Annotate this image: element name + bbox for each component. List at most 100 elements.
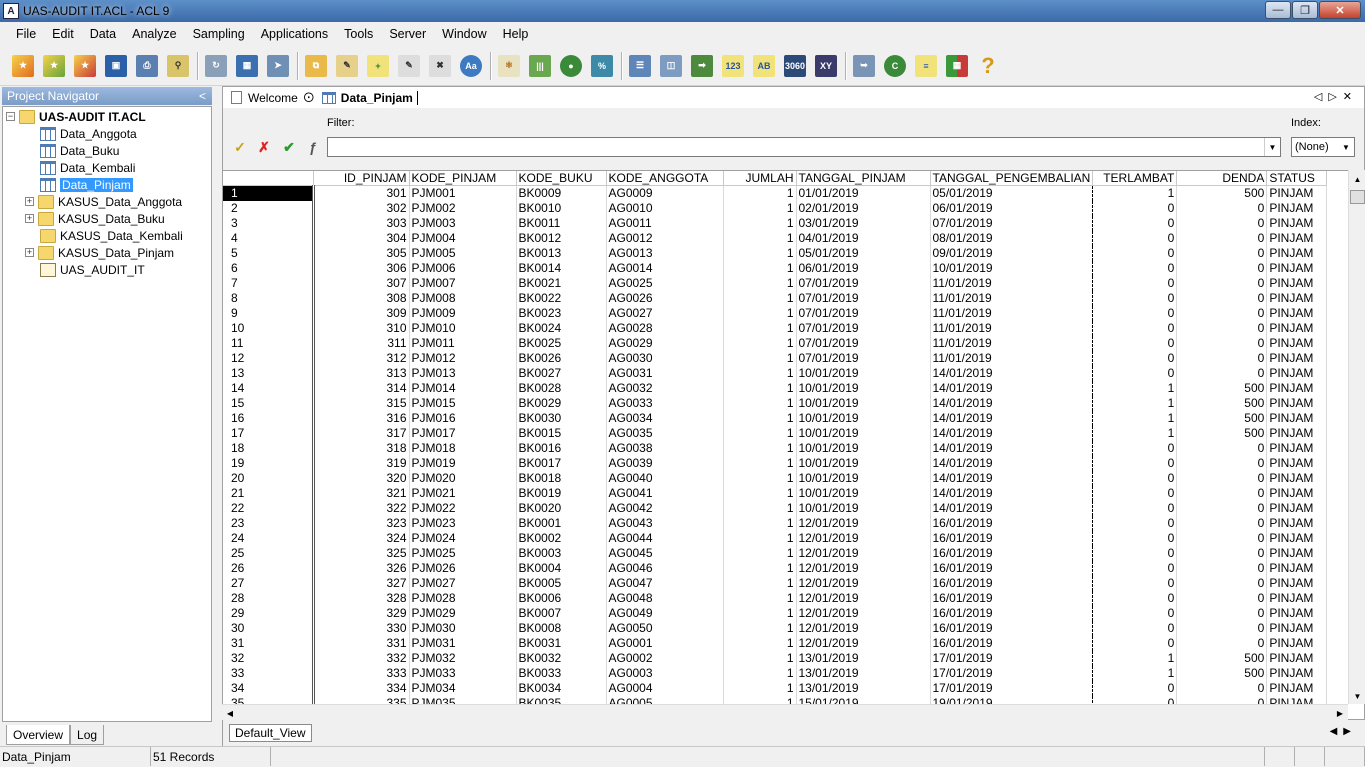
row-number-cell[interactable]: 33 [223, 666, 315, 681]
table-cell[interactable]: PINJAM [1266, 681, 1328, 696]
table-cell[interactable]: 14/01/2019 [930, 426, 1094, 441]
row-number-cell[interactable]: 4 [223, 231, 315, 246]
table-cell[interactable]: BK0019 [516, 486, 607, 501]
row-number-cell[interactable]: 28 [223, 591, 315, 606]
table-cell[interactable]: BK0020 [516, 501, 607, 516]
table-cell[interactable]: 323 [313, 516, 410, 531]
table-cell[interactable]: 0 [1092, 681, 1178, 696]
table-cell[interactable]: 10/01/2019 [796, 396, 931, 411]
column-header-kode-pinjam[interactable]: KODE_PINJAM [409, 171, 517, 186]
statistics-button[interactable]: % [589, 53, 615, 79]
table-cell[interactable]: 0 [1176, 531, 1268, 546]
table-cell[interactable]: PINJAM [1266, 486, 1328, 501]
table-cell[interactable]: 13/01/2019 [796, 651, 931, 666]
table-cell[interactable]: BK0034 [516, 681, 607, 696]
table-cell[interactable]: BK0018 [516, 471, 607, 486]
table-cell[interactable]: PJM023 [409, 516, 517, 531]
table-cell[interactable]: 16/01/2019 [930, 576, 1094, 591]
table-cell[interactable]: PJM028 [409, 591, 517, 606]
table-cell[interactable]: PINJAM [1266, 576, 1328, 591]
table-cell[interactable]: 1 [723, 381, 797, 396]
table-cell[interactable]: 318 [313, 441, 410, 456]
row-number-cell[interactable]: 26 [223, 561, 315, 576]
table-cell[interactable]: PJM030 [409, 621, 517, 636]
table-cell[interactable]: 1 [1092, 185, 1178, 201]
expand-icon[interactable]: + [25, 214, 34, 223]
tab-prev-icon[interactable]: ◁ [1314, 91, 1328, 103]
table-cell[interactable]: 0 [1176, 231, 1268, 246]
table-row[interactable]: 31 331 PJM031 BK0031 AG0001 1 12/01/2019 16/01/… [223, 636, 1328, 651]
edit-button[interactable]: ✎ [334, 53, 360, 79]
table-cell[interactable]: 307 [313, 276, 410, 291]
table-cell[interactable]: 12/01/2019 [796, 561, 931, 576]
table-cell[interactable]: BK0013 [516, 246, 607, 261]
table-cell[interactable]: 0 [1176, 486, 1268, 501]
table-cell[interactable]: PJM011 [409, 336, 517, 351]
table-cell[interactable]: 1 [723, 321, 797, 336]
table-cell[interactable]: 07/01/2019 [930, 216, 1094, 231]
table-cell[interactable]: BK0028 [516, 381, 607, 396]
analyze-button[interactable]: ⚛ [496, 53, 522, 79]
table-cell[interactable]: AG0040 [606, 471, 724, 486]
table-cell[interactable]: 316 [313, 411, 410, 426]
table-cell[interactable]: PJM009 [409, 306, 517, 321]
table-cell[interactable]: BK0017 [516, 456, 607, 471]
table-cell[interactable]: 1 [723, 561, 797, 576]
table-cell[interactable]: 16/01/2019 [930, 636, 1094, 651]
table-cell[interactable]: 05/01/2019 [930, 185, 1094, 201]
table-cell[interactable]: 1 [723, 336, 797, 351]
row-number-cell[interactable]: 19 [223, 456, 315, 471]
table-cell[interactable]: 14/01/2019 [930, 456, 1094, 471]
tree-item-kasus-data-buku[interactable]: + KASUS_Data_Buku [25, 210, 165, 227]
table-row[interactable]: 10 310 PJM010 BK0024 AG0028 1 07/01/2019 11/01/… [223, 321, 1328, 336]
table-row[interactable]: 3 303 PJM003 BK0011 AG0011 1 03/01/2019 07/01/2… [223, 216, 1328, 231]
table-cell[interactable]: AG0027 [606, 306, 724, 321]
table-cell[interactable]: 0 [1176, 621, 1268, 636]
table-cell[interactable]: PJM029 [409, 606, 517, 621]
table-row[interactable]: 6 306 PJM006 BK0014 AG0014 1 06/01/2019 10/01/2… [223, 261, 1328, 276]
table-cell[interactable]: 1 [723, 456, 797, 471]
table-cell[interactable]: PINJAM [1266, 456, 1328, 471]
table-row[interactable]: 22 322 PJM022 BK0020 AG0042 1 10/01/2019 14/01/… [223, 501, 1328, 516]
table-cell[interactable]: 10/01/2019 [796, 471, 931, 486]
table-cell[interactable]: 1 [1092, 651, 1178, 666]
table-cell[interactable]: 500 [1176, 185, 1268, 201]
table-cell[interactable]: 314 [313, 381, 410, 396]
table-cell[interactable]: PINJAM [1266, 546, 1328, 561]
table-cell[interactable]: PJM008 [409, 291, 517, 306]
table-cell[interactable]: AG0003 [606, 666, 724, 681]
table-cell[interactable]: BK0010 [516, 201, 607, 216]
notes-button[interactable]: ≡ [913, 53, 939, 79]
horizontal-scrollbar[interactable]: ◀ ▶ [222, 704, 1348, 720]
add-column-button[interactable]: + [365, 53, 391, 79]
table-cell[interactable]: PJM015 [409, 396, 517, 411]
menu-applications[interactable]: Applications [253, 27, 336, 41]
table-cell[interactable]: 1 [723, 185, 797, 201]
tree-item-data-kembali[interactable]: Data_Kembali [40, 159, 135, 176]
table-cell[interactable]: BK0001 [516, 516, 607, 531]
expand-icon[interactable]: + [25, 197, 34, 206]
table-cell[interactable]: BK0003 [516, 546, 607, 561]
copy-button[interactable]: ⧉ [303, 53, 329, 79]
table-cell[interactable]: 1 [723, 531, 797, 546]
table-cell[interactable]: 500 [1176, 411, 1268, 426]
table-cell[interactable]: 312 [313, 351, 410, 366]
table-cell[interactable]: 0 [1176, 441, 1268, 456]
table-cell[interactable]: 0 [1092, 606, 1178, 621]
table-cell[interactable]: 0 [1176, 546, 1268, 561]
table-cell[interactable]: 333 [313, 666, 410, 681]
table-cell[interactable]: AG0047 [606, 576, 724, 591]
menu-window[interactable]: Window [434, 27, 494, 41]
table-cell[interactable]: 04/01/2019 [796, 231, 931, 246]
table-cell[interactable]: 1 [723, 396, 797, 411]
table-cell[interactable]: 1 [723, 591, 797, 606]
table-cell[interactable]: 0 [1092, 291, 1178, 306]
table-cell[interactable]: BK0021 [516, 276, 607, 291]
find-button[interactable]: ⚲ [165, 53, 191, 79]
table-cell[interactable]: 1 [1092, 381, 1178, 396]
table-row[interactable]: 19 319 PJM019 BK0017 AG0039 1 10/01/2019 14/01/… [223, 456, 1328, 471]
table-cell[interactable]: PINJAM [1266, 591, 1328, 606]
row-number-cell[interactable]: 1 [223, 185, 315, 201]
table-row[interactable]: 25 325 PJM025 BK0003 AG0045 1 12/01/2019 16/01/… [223, 546, 1328, 561]
tab-default-view[interactable]: Default_View [229, 724, 312, 742]
